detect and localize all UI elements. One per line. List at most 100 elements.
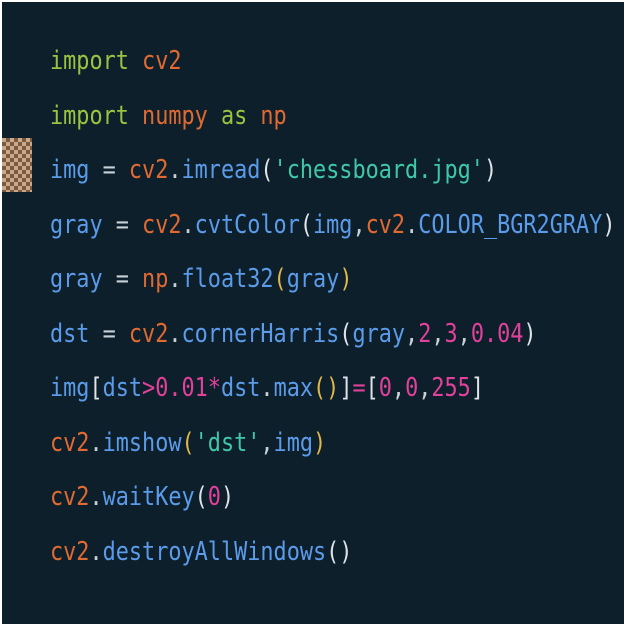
code-token-operator: . <box>168 318 182 349</box>
code-token-operator: , <box>260 427 274 458</box>
code-token-identifier: imshow <box>102 427 182 458</box>
code-token-module: np <box>142 264 169 294</box>
code-token-number: 2 <box>418 318 432 349</box>
code-token-identifier: float32 <box>181 264 274 294</box>
code-token-module: cv2 <box>365 209 406 240</box>
code-token-identifier: dst <box>220 373 261 403</box>
code-token-operator: . <box>89 536 103 567</box>
code-line[interactable]: img = cv2.imread('chessboard.jpg') <box>50 143 615 198</box>
code-token-operator: . <box>89 427 103 458</box>
code-token-operator: = <box>102 264 143 294</box>
code-token-module: cv2 <box>142 46 182 76</box>
code-token-operator: = <box>89 318 129 349</box>
code-token-bracket: ( <box>181 427 195 458</box>
code-token-identifier: waitKey <box>102 482 195 512</box>
code-token-identifier: img <box>50 155 90 185</box>
code-token-operator <box>129 46 142 76</box>
code-token-number: 0.04 <box>470 318 524 349</box>
code-token-identifier: dst <box>50 318 90 349</box>
code-line[interactable]: cv2.waitKey(0) <box>50 470 615 525</box>
code-line[interactable]: gray = np.float32(gray) <box>50 252 615 307</box>
chessboard-thumbnail-icon <box>2 138 32 192</box>
code-token-identifier: destroyAllWindows <box>102 536 327 567</box>
code-token-identifier: img <box>273 427 314 458</box>
code-token-number: 0 <box>207 482 221 512</box>
code-token-paren: ) <box>483 155 498 185</box>
code-token-module: cv2 <box>128 155 169 185</box>
code-token-operator <box>208 101 221 131</box>
code-token-bracket: ) <box>339 264 353 294</box>
code-token-keyword: import <box>50 46 129 76</box>
code-token-operator: . <box>405 209 419 240</box>
code-token-paren: ] <box>339 373 353 403</box>
code-token-number: > <box>142 373 156 403</box>
code-token-number: 255 <box>431 373 471 403</box>
code-token-operator: , <box>431 318 445 349</box>
code-token-number: 3 <box>444 318 458 349</box>
code-token-paren: ( <box>260 155 274 185</box>
code-token-module: cv2 <box>50 427 90 458</box>
code-line[interactable]: cv2.imshow('dst',img) <box>50 416 615 471</box>
code-token-paren: ] <box>470 373 484 403</box>
code-token-module: np <box>260 100 287 131</box>
code-token-string: 'dst' <box>194 427 261 458</box>
code-line[interactable]: import numpy as np <box>50 89 615 144</box>
code-token-identifier: dst <box>102 373 143 403</box>
code-token-string: 'chessboard.jpg' <box>273 155 484 185</box>
code-token-operator: , <box>352 209 366 240</box>
code-token-operator: . <box>168 264 182 294</box>
code-token-identifier: img <box>50 373 90 403</box>
code-token-paren: [ <box>365 373 379 403</box>
code-token-operator: , <box>405 318 419 349</box>
code-token-identifier: cvtColor <box>194 209 300 240</box>
code-token-identifier: gray <box>286 264 340 294</box>
code-token-operator: , <box>391 373 406 403</box>
code-token-operator: = <box>102 209 143 240</box>
code-token-operator <box>247 101 260 131</box>
code-token-identifier: gray <box>352 318 406 349</box>
code-token-number: 0 <box>378 373 392 403</box>
code-token-keyword: import <box>50 100 129 131</box>
code-token-identifier: imread <box>181 155 261 185</box>
code-token-number: 0 <box>405 373 419 403</box>
code-editor[interactable]: import cv2 import numpy as np img = cv2.im… <box>2 2 624 624</box>
code-token-identifier: img <box>313 209 353 240</box>
code-token-identifier: gray <box>50 209 103 240</box>
code-token-operator: . <box>89 482 103 512</box>
code-token-constant: COLOR_BGR2GRAY <box>418 209 603 240</box>
code-token-paren: () <box>326 536 353 567</box>
code-token-number: = <box>352 373 366 403</box>
code-token-module: cv2 <box>50 536 90 567</box>
code-line[interactable]: gray = cv2.cvtColor(img,cv2.COLOR_BGR2GR… <box>50 198 615 253</box>
code-token-paren: ) <box>602 209 616 240</box>
code-token-operator: . <box>260 373 274 403</box>
code-token-operator: , <box>418 373 432 403</box>
code-area[interactable]: import cv2 import numpy as np img = cv2.im… <box>50 34 624 579</box>
code-token-identifier: cornerHarris <box>181 318 340 349</box>
code-token-operator: , <box>457 318 471 349</box>
code-token-number: * <box>207 373 221 403</box>
code-token-paren: ) <box>523 318 537 349</box>
code-line[interactable]: cv2.destroyAllWindows() <box>50 525 615 580</box>
code-token-paren: ) <box>220 482 235 512</box>
code-token-number: 0.01 <box>155 373 208 403</box>
code-token-operator: = <box>89 155 129 185</box>
code-token-keyword: as <box>220 100 248 131</box>
code-token-module: cv2 <box>142 209 182 240</box>
code-line[interactable]: img[dst>0.01*dst.max()]=[0,0,255] <box>50 361 615 416</box>
code-token-paren: [ <box>89 373 103 403</box>
code-token-module: cv2 <box>50 482 90 512</box>
code-token-module: numpy <box>142 100 208 131</box>
code-line[interactable]: import cv2 <box>50 34 615 89</box>
code-token-bracket: ) <box>313 427 327 458</box>
code-token-identifier: gray <box>50 264 103 294</box>
code-token-paren: ( <box>194 482 208 512</box>
code-token-identifier: max <box>273 373 314 403</box>
code-token-bracket: ( <box>273 264 287 294</box>
code-token-bracket: () <box>313 373 340 403</box>
code-token-paren: ( <box>299 209 314 240</box>
code-token-operator <box>129 101 142 131</box>
code-line[interactable]: dst = cv2.cornerHarris(gray,2,3,0.04) <box>50 307 615 362</box>
code-token-operator: . <box>168 155 182 185</box>
code-token-paren: ( <box>339 318 353 349</box>
